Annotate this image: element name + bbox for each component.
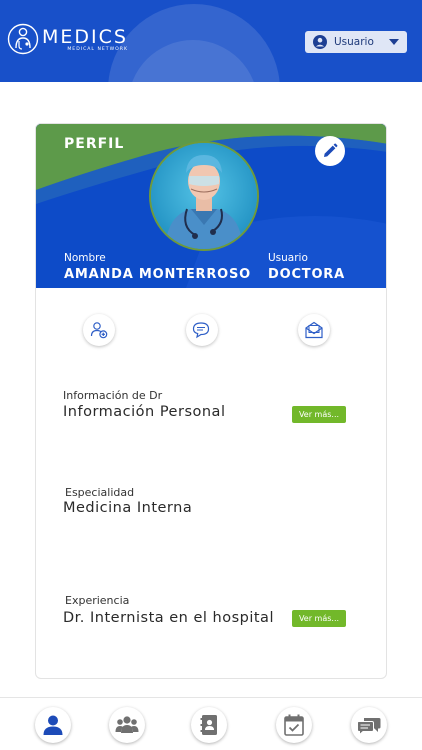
calendar-check-icon bbox=[284, 714, 304, 736]
doctor-info-label: Información de Dr bbox=[63, 389, 163, 402]
edit-profile-button[interactable] bbox=[315, 136, 345, 166]
messages-icon bbox=[357, 718, 381, 735]
chat-icon bbox=[192, 322, 210, 339]
mail-button[interactable] bbox=[298, 314, 330, 346]
add-contact-button[interactable] bbox=[83, 314, 115, 346]
user-dropdown[interactable]: Usuario bbox=[305, 31, 407, 53]
name-value: AMANDA MONTERROSO bbox=[64, 267, 252, 282]
nav-contacts[interactable] bbox=[191, 707, 227, 743]
see-more-personal-button[interactable]: Ver más... bbox=[292, 406, 346, 423]
specialty-label: Especialidad bbox=[65, 486, 135, 499]
add-user-icon bbox=[90, 322, 108, 339]
top-header: MEDICS MEDICAL NETWORK Usuario bbox=[0, 0, 422, 82]
medics-logo-icon bbox=[7, 23, 39, 55]
user-icon bbox=[43, 715, 63, 735]
name-label: Nombre bbox=[64, 252, 106, 264]
logo-main-text: MEDICS bbox=[42, 25, 128, 48]
see-more-experience-button[interactable]: Ver más... bbox=[292, 610, 346, 627]
chevron-down-icon bbox=[389, 39, 399, 45]
nav-community[interactable] bbox=[109, 707, 145, 743]
contacts-book-icon bbox=[200, 715, 217, 735]
user-value: DOCTORA bbox=[268, 267, 345, 282]
doctor-info-value: Información Personal bbox=[63, 404, 226, 420]
nav-appointments[interactable] bbox=[276, 707, 312, 743]
profile-section-title: PERFIL bbox=[64, 136, 125, 152]
user-circle-icon bbox=[313, 35, 327, 49]
profile-card: PERFIL Nombre AMANDA MONTERROSO Usuario … bbox=[35, 123, 387, 679]
chat-button[interactable] bbox=[186, 314, 218, 346]
nav-profile[interactable] bbox=[35, 707, 71, 743]
bottom-navigation bbox=[0, 697, 422, 750]
experience-value: Dr. Internista en el hospital bbox=[63, 610, 274, 626]
app-logo[interactable]: MEDICS MEDICAL NETWORK bbox=[6, 22, 128, 56]
profile-banner: PERFIL Nombre AMANDA MONTERROSO Usuario … bbox=[36, 124, 386, 288]
profile-avatar bbox=[149, 141, 259, 251]
pencil-icon bbox=[324, 143, 338, 157]
profile-screen: MEDICS MEDICAL NETWORK Usuario PERFIL No… bbox=[0, 0, 422, 750]
group-icon bbox=[115, 716, 139, 733]
experience-label: Experiencia bbox=[65, 594, 130, 607]
specialty-value: Medicina Interna bbox=[63, 500, 193, 516]
user-label: Usuario bbox=[268, 252, 308, 264]
doctor-photo bbox=[151, 143, 257, 249]
nav-messages[interactable] bbox=[351, 707, 387, 743]
mail-icon bbox=[305, 321, 323, 339]
user-dropdown-label: Usuario bbox=[334, 36, 374, 48]
logo-wordmark: MEDICS MEDICAL NETWORK bbox=[42, 27, 128, 52]
